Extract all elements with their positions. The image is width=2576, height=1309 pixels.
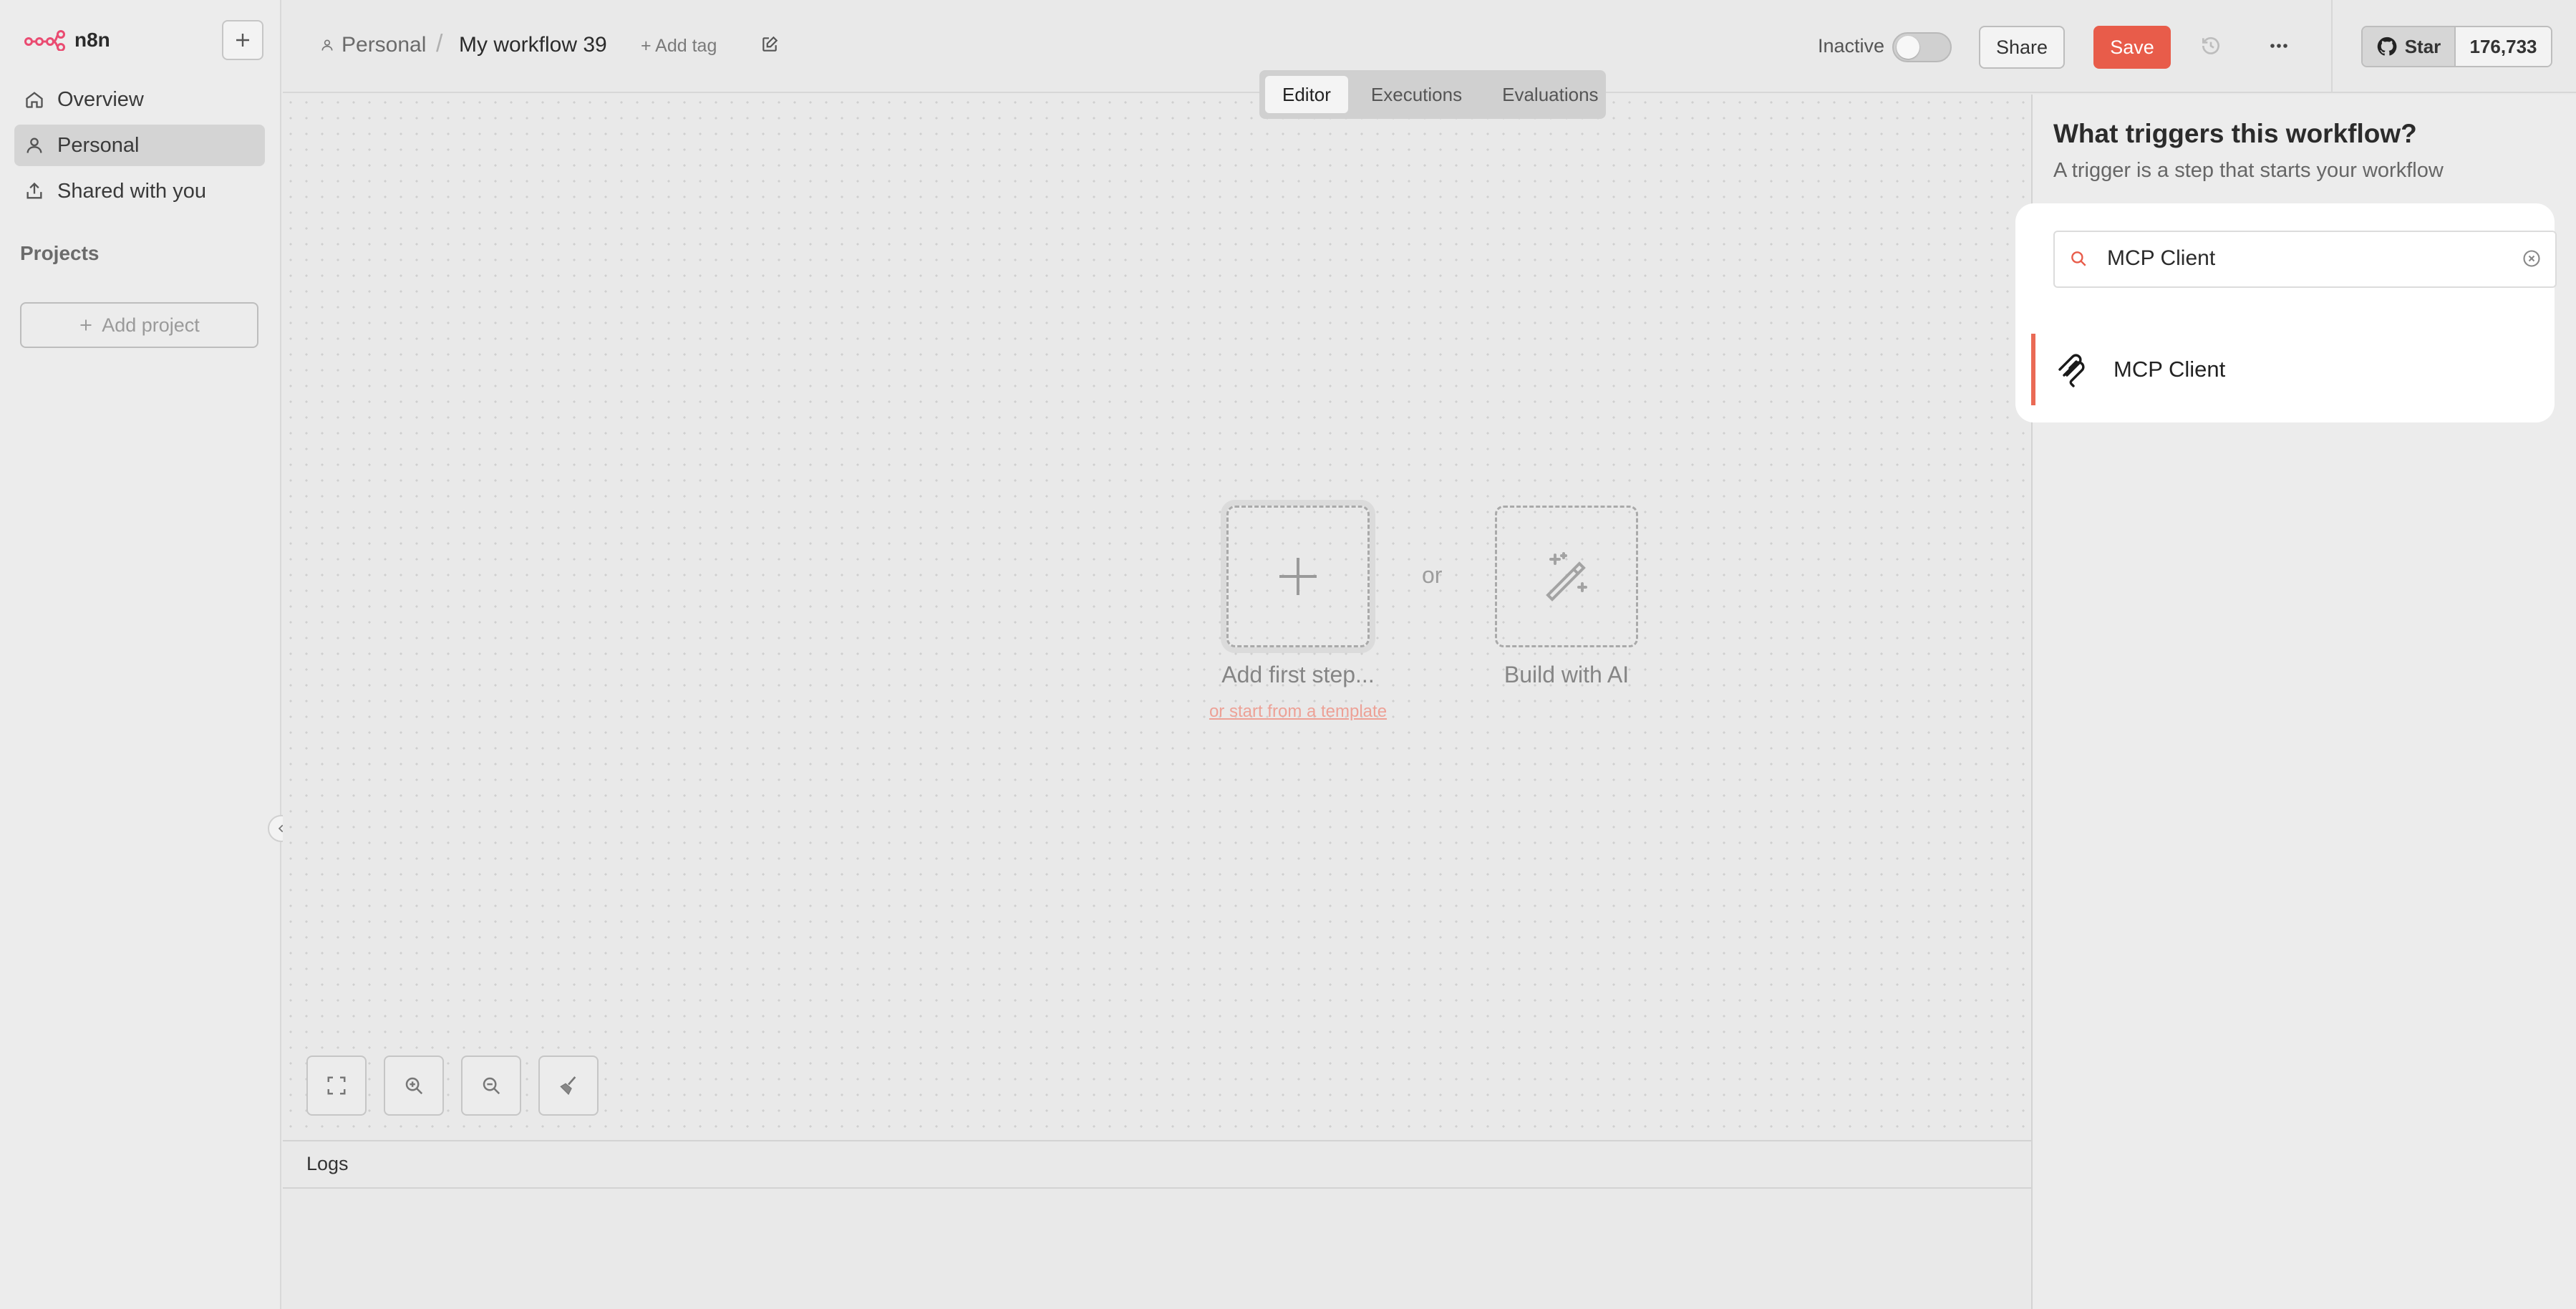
edit-icon[interactable] xyxy=(760,35,779,54)
result-selected-indicator xyxy=(2031,334,2035,405)
plus-icon xyxy=(236,34,249,47)
plus-icon xyxy=(1279,558,1317,595)
mcp-icon xyxy=(2056,354,2090,388)
github-star-label: Star xyxy=(2404,35,2441,57)
panel-subtitle: A trigger is a step that starts your wor… xyxy=(2053,159,2444,182)
breadcrumb-project-label: Personal xyxy=(342,33,427,57)
header-divider xyxy=(2331,0,2333,92)
share-icon xyxy=(26,182,42,199)
search-icon xyxy=(2069,249,2088,268)
breadcrumb-separator: / xyxy=(436,30,443,57)
build-with-ai-label: Build with AI xyxy=(1504,662,1630,687)
panel-title: What triggers this workflow? xyxy=(2053,119,2417,148)
tab-editor[interactable]: Editor xyxy=(1265,76,1348,113)
add-project-label: Add project xyxy=(102,314,200,336)
projects-heading: Projects xyxy=(20,242,100,264)
view-tabs: Editor Executions Evaluations xyxy=(1259,70,1606,119)
github-icon xyxy=(2377,37,2397,56)
result-label: MCP Client xyxy=(2113,357,2226,382)
sidebar-item-label: Overview xyxy=(57,87,144,111)
github-star-widget[interactable]: Star 176,733 xyxy=(2361,26,2552,67)
tidy-up-button[interactable] xyxy=(538,1056,599,1116)
zoom-in-button[interactable] xyxy=(384,1056,444,1116)
fullscreen-icon xyxy=(327,1076,346,1095)
or-divider-label: or xyxy=(1422,562,1443,588)
workflow-canvas[interactable] xyxy=(283,95,2031,1140)
broom-icon xyxy=(560,1076,576,1096)
logs-header[interactable] xyxy=(283,1140,2031,1189)
fit-view-button[interactable] xyxy=(306,1056,367,1116)
magic-wand-icon xyxy=(1546,552,1587,602)
add-first-step-button[interactable] xyxy=(1226,506,1370,647)
logo-text: n8n xyxy=(74,29,110,51)
create-new-button[interactable] xyxy=(222,20,263,60)
more-options-icon[interactable] xyxy=(2268,37,2290,54)
add-project-button[interactable]: Add project xyxy=(20,302,258,348)
plus-icon xyxy=(80,319,92,331)
workflow-status-label: Inactive xyxy=(1818,35,1885,57)
zoom-in-icon xyxy=(405,1077,423,1095)
user-icon xyxy=(26,137,42,153)
sidebar-item-label: Shared with you xyxy=(57,179,206,203)
n8n-logo-icon xyxy=(24,30,65,51)
tab-executions[interactable]: Executions xyxy=(1354,76,1479,113)
node-result-mcp-client[interactable]: MCP Client xyxy=(2031,334,2555,405)
start-from-template-link[interactable]: or start from a template xyxy=(1160,702,1436,722)
toggle-knob xyxy=(1897,36,1919,59)
sidebar-item-label: Personal xyxy=(57,133,140,157)
search-input[interactable] xyxy=(2107,238,2508,279)
add-first-step-label: Add first step... xyxy=(1221,662,1375,687)
add-tag-button[interactable]: + Add tag xyxy=(641,36,717,57)
share-button[interactable]: Share xyxy=(1979,26,2065,69)
clear-search-icon[interactable] xyxy=(2522,248,2542,269)
sidebar-item-personal[interactable]: Personal xyxy=(14,125,265,166)
zoom-out-icon xyxy=(483,1077,500,1095)
active-toggle[interactable] xyxy=(1892,32,1952,62)
save-button[interactable]: Save xyxy=(2093,26,2171,69)
zoom-out-button[interactable] xyxy=(461,1056,521,1116)
n8n-logo[interactable]: n8n xyxy=(24,29,110,52)
sidebar-item-shared[interactable]: Shared with you xyxy=(14,170,265,212)
home-icon xyxy=(26,92,43,108)
github-star-count[interactable]: 176,733 xyxy=(2456,27,2551,66)
history-icon[interactable] xyxy=(2199,34,2222,57)
tab-evaluations[interactable]: Evaluations xyxy=(1485,76,1615,113)
build-with-ai-button[interactable] xyxy=(1495,506,1638,647)
github-star-button[interactable]: Star xyxy=(2363,27,2456,66)
workflow-name[interactable]: My workflow 39 xyxy=(459,33,607,57)
breadcrumb-project[interactable]: Personal xyxy=(320,33,426,57)
logs-label: Logs xyxy=(306,1153,349,1174)
sidebar-item-overview[interactable]: Overview xyxy=(14,79,265,120)
user-icon xyxy=(321,39,333,51)
